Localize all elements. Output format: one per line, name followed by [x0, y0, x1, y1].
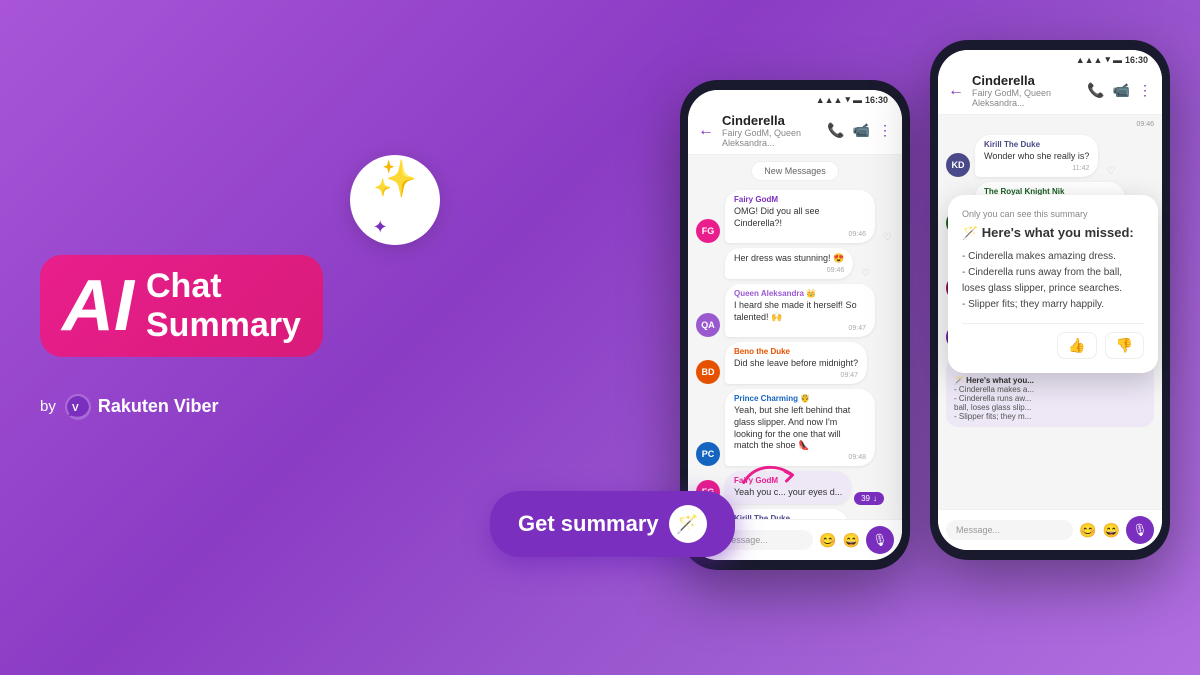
summary-points: - Cinderella makes amazing dress. - Cind…: [962, 249, 1144, 313]
like-icon[interactable]: ♡: [1106, 166, 1115, 177]
summary-feedback: 👍 👎: [962, 323, 1144, 359]
left-panel: AI Chat Summary by V Rakuten Viber: [40, 254, 340, 420]
phone-call-icon[interactable]: 📞: [1087, 82, 1104, 99]
right-chat-header: ← Cinderella Fairy GodM, Queen Aleksandr…: [938, 67, 1162, 115]
list-item: - Cinderella makes amazing dress.: [962, 249, 1144, 265]
table-row: QA Queen Aleksandra 👑 I heard she made i…: [696, 284, 894, 337]
magic-star-icon: 🪄: [669, 505, 707, 543]
timestamp-label: 09:46: [946, 121, 1154, 128]
left-chat-subtitle: Fairy GodM, Queen Aleksandra...: [722, 128, 819, 148]
scroll-down-badge[interactable]: 39 ↓: [854, 492, 884, 505]
svg-text:V: V: [72, 403, 79, 414]
summary-only-you-label: Only you can see this summary: [962, 209, 1144, 219]
right-header-info: Cinderella Fairy GodM, Queen Aleksandra.…: [972, 73, 1079, 108]
mic-button[interactable]: 🎙: [1126, 516, 1154, 544]
battery-icon: ▬: [1113, 55, 1122, 65]
video-call-icon[interactable]: 📹: [1113, 82, 1130, 99]
more-options-icon[interactable]: ⋮: [1138, 82, 1152, 99]
get-summary-label: Get summary: [518, 511, 659, 537]
by-viber: by V Rakuten Viber: [40, 393, 340, 421]
like-icon[interactable]: ♡: [861, 268, 870, 279]
avatar: FG: [696, 219, 720, 243]
left-header-actions: 📞 📹 ⋮: [827, 122, 892, 139]
message-bubble: Prince Charming 🤴 Yeah, but she left beh…: [725, 389, 875, 466]
right-chat-subtitle: Fairy GodM, Queen Aleksandra...: [972, 88, 1079, 108]
wand-icon: ✨✦: [373, 158, 418, 242]
right-chat-name: Cinderella: [972, 73, 1079, 88]
phone-call-icon[interactable]: 📞: [827, 122, 844, 139]
wifi-icon: ▾: [845, 94, 850, 105]
table-row: Her dress was stunning! 😍 09:46 ♡: [696, 248, 894, 279]
back-arrow-icon[interactable]: ←: [698, 122, 714, 140]
thumbs-down-button[interactable]: 👎: [1105, 332, 1144, 359]
new-messages-badge: New Messages: [751, 161, 839, 181]
scroll-count: 39: [861, 494, 870, 503]
magic-wand-circle: ✨✦: [350, 155, 440, 245]
ai-logo-box: AI Chat Summary: [40, 254, 323, 356]
emoji-icon[interactable]: 😊: [819, 532, 836, 549]
video-call-icon[interactable]: 📹: [853, 122, 870, 139]
sticker-icon[interactable]: 😄: [843, 532, 860, 549]
left-chat-name: Cinderella: [722, 113, 819, 128]
avatar: QA: [696, 313, 720, 337]
summary-popup: Only you can see this summary 🪄 Here's w…: [948, 195, 1158, 373]
viber-logo: V Rakuten Viber: [64, 393, 219, 421]
viber-icon: V: [64, 393, 92, 421]
summary-preview-title: 🪄 Here's what you...: [954, 376, 1146, 385]
like-icon[interactable]: ♡: [883, 232, 892, 243]
wifi-icon: ▾: [1105, 54, 1110, 65]
ai-text: AI: [62, 270, 134, 342]
gif-icon[interactable]: 😄: [1103, 522, 1120, 539]
emoji-icon[interactable]: 😊: [1079, 522, 1096, 539]
chat-summary-text: Chat Summary: [146, 266, 301, 344]
right-message-input[interactable]: Message...: [946, 520, 1073, 540]
scroll-arrow-icon: ↓: [873, 494, 877, 503]
signal-icon: ▲▲▲: [1076, 55, 1103, 65]
avatar: BD: [696, 360, 720, 384]
message-bubble: Kirill The Duke Wonder who she really is…: [725, 509, 848, 519]
chat-word: Chat: [146, 266, 301, 305]
message-bubble: Kirill The Duke Wonder who she really is…: [975, 135, 1098, 177]
right-status-icons: ▲▲▲ ▾ ▬ 16:30: [1076, 54, 1148, 65]
left-header-info: Cinderella Fairy GodM, Queen Aleksandra.…: [722, 113, 819, 148]
list-item: - Slipper fits; they marry happily.: [962, 297, 1144, 313]
status-time: 16:30: [1125, 55, 1148, 65]
signal-icon: ▲▲▲: [816, 95, 843, 105]
get-summary-button[interactable]: Get summary 🪄: [490, 491, 735, 557]
table-row: KD Kirill The Duke Wonder who she really…: [946, 135, 1154, 177]
battery-icon: ▬: [853, 95, 862, 105]
avatar: PC: [696, 442, 720, 466]
table-row: BD Beno the Duke Did she leave before mi…: [696, 342, 894, 384]
left-chat-header: ← Cinderella Fairy GodM, Queen Aleksandr…: [688, 107, 902, 155]
right-input-area: Message... 😊 😄 🎙: [938, 509, 1162, 550]
summary-word: Summary: [146, 306, 301, 345]
list-item: - Cinderella runs away from the ball, lo…: [962, 265, 1144, 297]
status-time: 16:30: [865, 95, 888, 105]
back-arrow-icon[interactable]: ←: [948, 82, 964, 100]
by-text: by: [40, 398, 56, 415]
arrow-indicator: [740, 460, 800, 490]
message-bubble: Fairy GodM OMG! Did you all see Cinderel…: [725, 190, 875, 243]
more-options-icon[interactable]: ⋮: [878, 122, 892, 139]
avatar: KD: [946, 153, 970, 177]
message-bubble: Queen Aleksandra 👑 I heard she made it h…: [725, 284, 875, 337]
table-row: PC Prince Charming 🤴 Yeah, but she left …: [696, 389, 894, 466]
message-bubble: Beno the Duke Did she leave before midni…: [725, 342, 867, 384]
summary-title: 🪄 Here's what you missed:: [962, 225, 1144, 241]
wand-icon: 🪄: [676, 514, 698, 535]
left-status-icons: ▲▲▲ ▾ ▬ 16:30: [816, 94, 888, 105]
message-bubble: Her dress was stunning! 😍 09:46: [725, 248, 853, 279]
mic-button[interactable]: 🎙: [866, 526, 894, 554]
right-header-actions: 📞 📹 ⋮: [1087, 82, 1152, 99]
brand-name: Rakuten Viber: [98, 396, 219, 417]
table-row: FG Fairy GodM OMG! Did you all see Cinde…: [696, 190, 894, 243]
left-status-bar: ▲▲▲ ▾ ▬ 16:30: [688, 90, 902, 107]
thumbs-up-button[interactable]: 👍: [1057, 332, 1096, 359]
right-status-bar: ▲▲▲ ▾ ▬ 16:30: [938, 50, 1162, 67]
